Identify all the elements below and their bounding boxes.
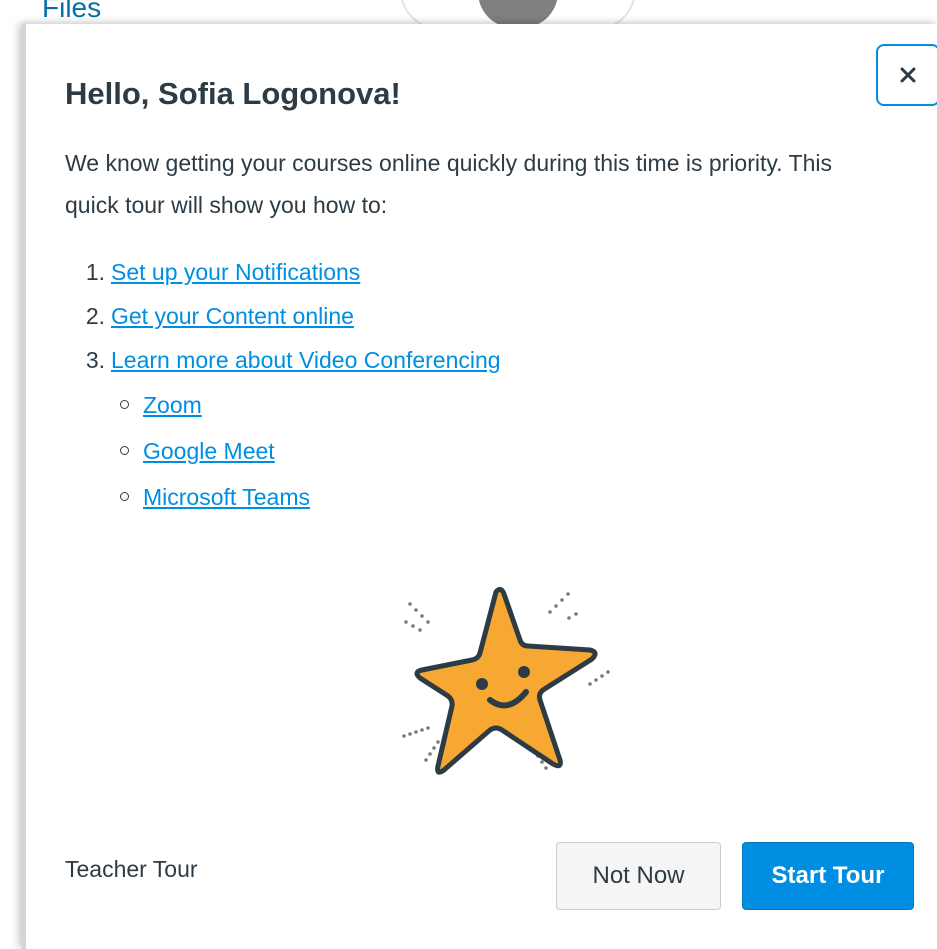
list-item: Microsoft Teams (120, 474, 310, 520)
tour-steps-list: 1. Set up your Notifications 2. Get your C… (65, 250, 501, 382)
video-conferencing-link[interactable]: Learn more about Video Conferencing (111, 347, 501, 373)
not-now-button[interactable]: Not Now (556, 842, 721, 910)
video-options-list: Zoom Google Meet Microsoft Teams (120, 382, 310, 520)
step-number: 2. (85, 303, 105, 329)
tour-name-label: Teacher Tour (65, 856, 198, 882)
dialog-edge (22, 24, 26, 949)
background-files-link[interactable]: Files (42, 0, 101, 24)
list-item: Google Meet (120, 428, 310, 474)
step-number: 3. (85, 347, 105, 373)
list-item: 1. Set up your Notifications (65, 250, 501, 294)
dialog-intro-text: We know getting your courses online quic… (65, 150, 832, 218)
notifications-link[interactable]: Set up your Notifications (111, 259, 360, 285)
close-button[interactable] (876, 44, 937, 106)
page: Files Hello, Sofia Logonova! We know get… (0, 0, 937, 949)
bullet-icon (120, 446, 129, 456)
microsoft-teams-link[interactable]: Microsoft Teams (143, 484, 310, 510)
content-online-link[interactable]: Get your Content online (111, 303, 354, 329)
google-meet-link[interactable]: Google Meet (143, 438, 275, 464)
close-icon (900, 67, 916, 83)
start-tour-button[interactable]: Start Tour (742, 842, 914, 910)
step-number: 1. (85, 259, 105, 285)
welcome-tour-dialog: Hello, Sofia Logonova! We know getting y… (22, 24, 937, 949)
bullet-icon (120, 492, 129, 502)
list-item: 3. Learn more about Video Conferencing (65, 338, 501, 382)
dialog-title: Hello, Sofia Logonova! (65, 76, 401, 111)
smiling-star-icon (402, 586, 622, 775)
zoom-link[interactable]: Zoom (143, 392, 202, 418)
list-item: Zoom (120, 382, 310, 428)
smiling-star-illustration (370, 564, 622, 804)
list-item: 2. Get your Content online (65, 294, 501, 338)
bullet-icon (120, 400, 129, 410)
